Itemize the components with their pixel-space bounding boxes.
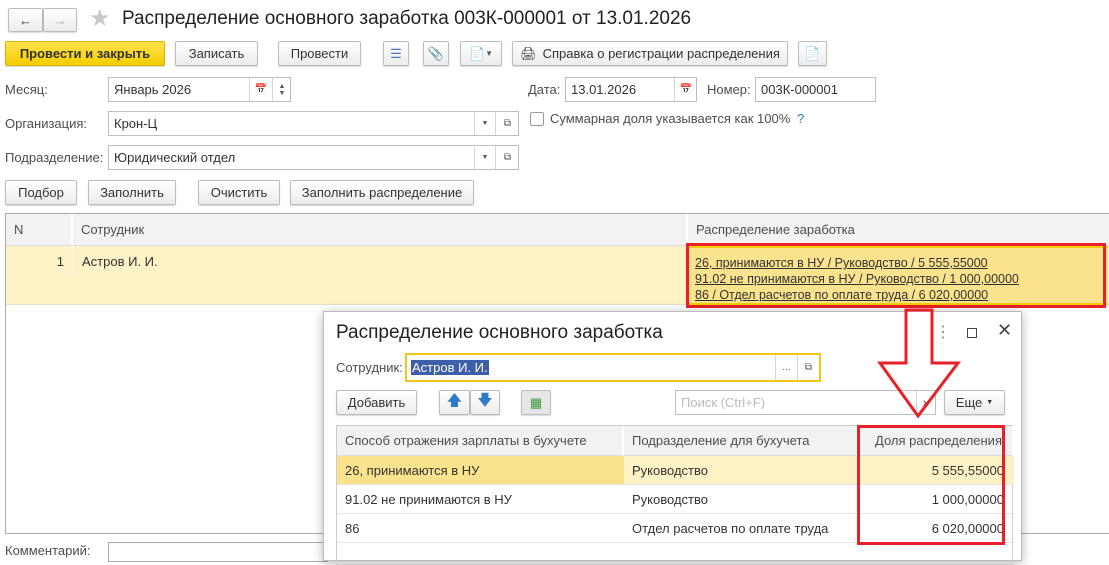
comment-field[interactable] — [108, 542, 328, 562]
add-columns-icon[interactable]: ▦ — [521, 390, 551, 415]
clear-button[interactable]: Очистить — [198, 180, 280, 205]
dialog-title: Распределение основного заработка — [336, 322, 663, 343]
open-icon[interactable]: ⧉ — [495, 112, 519, 135]
column-distribution[interactable]: Распределение заработка — [688, 214, 1109, 246]
month-spinner[interactable]: ▲ ▼ — [272, 78, 291, 101]
select-icon[interactable]: ... — [775, 355, 797, 380]
post-and-close-button[interactable]: Провести и закрыть — [5, 41, 165, 66]
row-method: 86 — [345, 520, 360, 536]
open-icon[interactable]: ⧉ — [495, 146, 519, 169]
attachment-icon[interactable]: 📎 — [423, 41, 449, 66]
pick-button[interactable]: Подбор — [5, 180, 77, 205]
comment-label: Комментарий: — [5, 543, 91, 558]
row-number: 1 — [56, 253, 64, 269]
employee-field[interactable]: Астров И. И. ... ⧉ — [405, 353, 821, 382]
row-method: 91.02 не принимаются в НУ — [345, 491, 512, 507]
calendar-icon[interactable]: 📅 — [249, 78, 272, 101]
arrow-down-icon — [877, 308, 962, 419]
move-up-icon[interactable]: 🡅 — [439, 390, 470, 415]
open-icon[interactable]: ⧉ — [797, 355, 819, 380]
help-icon[interactable]: ? — [797, 111, 804, 126]
sum-checkbox[interactable] — [530, 112, 544, 126]
fill-button[interactable]: Заполнить — [88, 180, 176, 205]
back-button[interactable]: ← — [8, 8, 43, 32]
organization-field[interactable]: Крон-Ц ▼ ⧉ — [108, 111, 519, 136]
month-field[interactable]: Январь 2026 📅 ▲ ▼ — [108, 77, 291, 102]
post-button[interactable]: Провести — [278, 41, 361, 66]
department-label: Подразделение: — [5, 150, 104, 165]
calendar-icon[interactable]: 📅 — [674, 78, 697, 101]
add-button[interactable]: Добавить — [336, 390, 417, 415]
column-employee[interactable]: Сотрудник — [73, 214, 688, 246]
report-button[interactable]: 🖨 Справка о регистрации распределения — [512, 41, 788, 66]
favorite-star-icon[interactable]: ★ — [89, 4, 111, 33]
dropdown-icon[interactable]: ▼ — [474, 146, 495, 169]
page-title: Распределение основного заработка 003К-0… — [122, 8, 692, 29]
save-button[interactable]: Записать — [175, 41, 258, 66]
organization-label: Организация: — [5, 116, 88, 131]
maximize-icon[interactable] — [967, 328, 977, 338]
employee-label: Сотрудник: — [336, 360, 403, 375]
row-method: 26, принимаются в НУ — [337, 456, 624, 484]
highlight-box — [686, 243, 1106, 308]
column-n[interactable]: N — [6, 214, 73, 246]
highlight-box — [857, 425, 1005, 545]
column-department[interactable]: Подразделение для бухучета — [624, 426, 858, 456]
move-down-icon[interactable]: 🡇 — [470, 390, 500, 415]
structure-icon[interactable]: ☰ — [383, 41, 409, 66]
number-label: Номер: — [707, 82, 751, 97]
document-history-icon[interactable]: 📄 — [798, 41, 827, 66]
row-department: Руководство — [632, 491, 708, 507]
sum-checkbox-label: Суммарная доля указывается как 100% — [550, 111, 791, 126]
number-field[interactable]: 003К-000001 — [755, 77, 876, 102]
month-label: Месяц: — [5, 82, 48, 97]
department-field[interactable]: Юридический отдел ▼ ⧉ — [108, 145, 519, 170]
create-based-on-icon[interactable]: 📄 ▼ — [460, 41, 502, 66]
fill-distribution-button[interactable]: Заполнить распределение — [290, 180, 474, 205]
row-employee: Астров И. И. — [73, 246, 158, 276]
row-department: Отдел расчетов по оплате труда — [632, 520, 829, 536]
column-method[interactable]: Способ отражения зарплаты в бухучете — [337, 426, 624, 456]
close-icon[interactable]: ✕ — [997, 320, 1012, 341]
date-field[interactable]: 13.01.2026 📅 — [565, 77, 697, 102]
dropdown-icon[interactable]: ▼ — [474, 112, 495, 135]
date-label: Дата: — [528, 82, 561, 97]
forward-button[interactable]: → — [43, 8, 77, 32]
row-department: Руководство — [632, 462, 708, 478]
printer-icon: 🖨 — [520, 45, 537, 61]
